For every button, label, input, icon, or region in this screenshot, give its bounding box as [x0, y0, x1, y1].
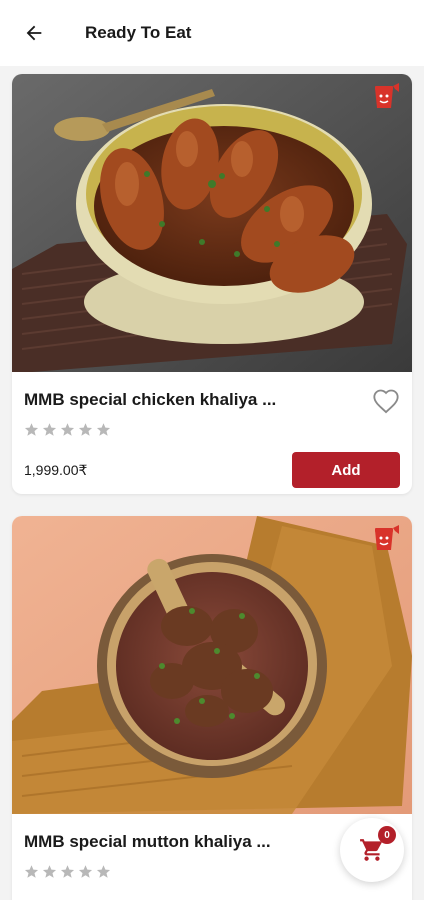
chicken-curry-photo	[12, 74, 412, 372]
star-icon	[96, 423, 111, 436]
brand-logo-icon	[375, 83, 399, 108]
product-name: MMB special mutton khaliya ...	[24, 832, 271, 851]
star-icon	[78, 423, 93, 436]
product-info: MMB special chicken khaliya ... 1,999.00…	[12, 372, 412, 488]
star-icon	[42, 865, 57, 878]
price-row: 1,999.00₹ Add	[24, 452, 400, 488]
brand-logo-icon	[375, 525, 399, 550]
product-image[interactable]	[12, 74, 412, 372]
star-icon	[96, 865, 111, 878]
heart-outline-icon[interactable]	[372, 388, 400, 414]
product-name: MMB special chicken khaliya ...	[24, 390, 277, 409]
star-icon	[24, 865, 39, 878]
add-to-cart-button[interactable]: Add	[292, 452, 400, 488]
star-icon	[60, 865, 75, 878]
star-icon	[60, 423, 75, 436]
cart-count-badge: 0	[378, 826, 396, 844]
cart-button[interactable]: 0	[340, 818, 404, 882]
product-card[interactable]: MMB special chicken khaliya ... 1,999.00…	[12, 74, 412, 494]
back-button[interactable]	[12, 11, 56, 55]
star-icon	[78, 865, 93, 878]
mutton-curry-photo	[12, 516, 412, 814]
star-icon	[24, 423, 39, 436]
app-bar: Ready To Eat	[0, 0, 424, 66]
star-icon	[42, 423, 57, 436]
product-price: 1,999.00₹	[24, 461, 88, 478]
arrow-left-icon	[26, 25, 42, 41]
product-image[interactable]	[12, 516, 412, 814]
page-title: Ready To Eat	[85, 23, 192, 42]
rating-stars	[24, 422, 400, 438]
